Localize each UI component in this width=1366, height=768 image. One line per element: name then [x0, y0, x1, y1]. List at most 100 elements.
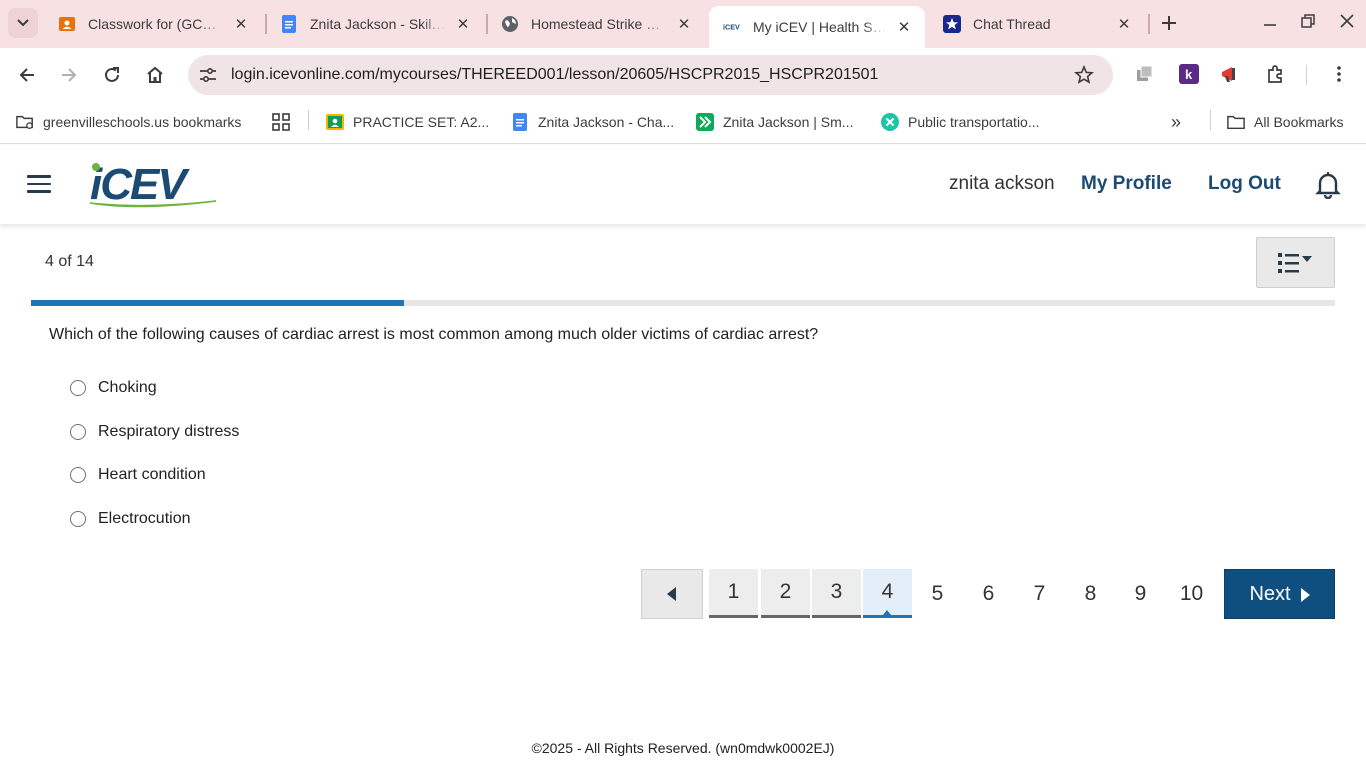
restore-window-button[interactable] — [1295, 8, 1321, 34]
answer-option[interactable]: Choking — [70, 377, 157, 399]
user-name: znita ackson — [949, 173, 1055, 194]
my-profile-link[interactable]: My Profile — [1081, 173, 1172, 195]
browser-tab-strip: Classwork for (GCS) F ✕ Znita Jackson - … — [0, 0, 1366, 48]
caret-left-icon — [667, 587, 676, 601]
forward-button[interactable] — [54, 60, 84, 90]
bookmark-label: Znita Jackson | Sm... — [723, 114, 854, 130]
browser-toolbar: login.icevonline.com/mycourses/THEREED00… — [0, 48, 1366, 102]
reload-icon — [105, 67, 119, 82]
bookmark-label: Znita Jackson - Cha... — [538, 114, 675, 130]
arrow-right-icon — [62, 68, 77, 82]
extension-copy-icon[interactable] — [1133, 62, 1157, 86]
tab-title: My iCEV | Health Scie — [753, 19, 887, 35]
url-text[interactable]: login.icevonline.com/mycourses/THEREED00… — [231, 66, 878, 84]
tab-title: Znita Jackson - Skilled — [310, 16, 446, 32]
browser-tab-classwork[interactable]: Classwork for (GCS) F ✕ — [44, 6, 262, 42]
star-badge-icon — [943, 15, 961, 33]
close-tab-icon[interactable]: ✕ — [1115, 15, 1133, 33]
question-text: Which of the following causes of cardiac… — [49, 326, 819, 343]
close-window-button[interactable] — [1334, 8, 1360, 34]
icev-icon: iCEV — [723, 18, 741, 36]
extension-megaphone-icon[interactable] — [1219, 62, 1243, 86]
minimize-icon — [1264, 24, 1276, 26]
home-button[interactable] — [140, 60, 170, 90]
classroom-icon — [326, 113, 344, 131]
radio-button[interactable] — [70, 380, 86, 396]
bookmark-practice-set[interactable]: PRACTICE SET: A2... — [326, 110, 489, 134]
bell-icon[interactable] — [1315, 171, 1341, 199]
radio-button[interactable] — [70, 467, 86, 483]
overflow-chevron-icon: » — [1171, 111, 1182, 132]
extensions-puzzle-icon[interactable] — [1264, 62, 1288, 86]
page-button-4-current[interactable]: 4 — [863, 569, 912, 618]
answer-option[interactable]: Electrocution — [70, 508, 191, 530]
bookmark-docs[interactable]: Znita Jackson - Cha... — [511, 110, 674, 134]
site-header: iCEV znita ackson My Profile Log Out — [0, 145, 1366, 224]
bookmark-managed-folder[interactable]: greenvilleschools.us bookmarks — [16, 110, 241, 134]
tab-separator — [1148, 14, 1150, 34]
bookmark-star-icon[interactable] — [1073, 64, 1095, 86]
home-icon — [147, 66, 163, 83]
classroom-icon — [58, 15, 76, 33]
bookmarks-overflow-button[interactable]: » — [1171, 110, 1181, 134]
radio-button[interactable] — [70, 511, 86, 527]
bookmark-separator — [1210, 110, 1211, 130]
caret-right-icon — [1300, 588, 1310, 602]
close-tab-icon[interactable]: ✕ — [675, 15, 693, 33]
page-button-3[interactable]: 3 — [812, 569, 861, 618]
close-tab-icon[interactable]: ✕ — [232, 15, 250, 33]
bookmark-smartpass[interactable]: Znita Jackson | Sm... — [696, 110, 853, 134]
page-button-6[interactable]: 6 — [964, 569, 1013, 618]
browser-tab-homestead[interactable]: Homestead Strike Sim ✕ — [487, 6, 705, 42]
answer-option[interactable]: Heart condition — [70, 464, 206, 486]
arrow-left-icon — [19, 68, 34, 82]
bookmark-label: greenvilleschools.us bookmarks — [43, 114, 242, 130]
close-tab-icon[interactable]: ✕ — [895, 18, 913, 36]
svg-text:iCEV: iCEV — [723, 23, 740, 32]
browser-tab-chat[interactable]: Chat Thread ✕ — [929, 6, 1145, 42]
page-button-5[interactable]: 5 — [913, 569, 962, 618]
bookmark-apps[interactable] — [272, 110, 299, 134]
reload-button[interactable] — [97, 60, 127, 90]
address-bar[interactable]: login.icevonline.com/mycourses/THEREED00… — [188, 55, 1113, 95]
docs-icon — [511, 113, 529, 131]
minimize-window-button[interactable] — [1257, 8, 1283, 34]
page-button-10[interactable]: 10 — [1167, 569, 1216, 618]
browser-tab-docs[interactable]: Znita Jackson - Skilled ✕ — [266, 6, 484, 42]
bookmarks-bar: greenvilleschools.us bookmarks PRACTICE … — [0, 102, 1366, 144]
browser-menu-icon[interactable] — [1327, 62, 1351, 86]
next-button[interactable]: Next — [1224, 569, 1335, 619]
previous-page-button[interactable] — [641, 569, 703, 619]
page-button-8[interactable]: 8 — [1066, 569, 1115, 618]
bookmark-label: Public transportatio... — [908, 114, 1040, 130]
bookmark-public-transport[interactable]: Public transportatio... — [881, 110, 1040, 134]
new-tab-button[interactable] — [1156, 10, 1182, 36]
tab-search-button[interactable] — [8, 8, 38, 38]
browser-tab-icev-active[interactable]: iCEV My iCEV | Health Scie ✕ — [709, 6, 925, 48]
back-button[interactable] — [12, 60, 42, 90]
site-info-icon[interactable] — [196, 63, 220, 87]
svg-text:k: k — [1185, 67, 1193, 82]
answer-option[interactable]: Respiratory distress — [70, 421, 239, 443]
bookmark-separator — [308, 110, 309, 130]
all-bookmarks-button[interactable]: All Bookmarks — [1227, 110, 1343, 134]
tab-title: Homestead Strike Sim — [531, 16, 667, 32]
icev-logo[interactable]: iCEV — [88, 161, 220, 211]
next-button-label: Next — [1249, 582, 1291, 605]
page-button-1[interactable]: 1 — [709, 569, 758, 618]
smartpass-icon — [696, 113, 714, 131]
log-out-link[interactable]: Log Out — [1208, 173, 1281, 195]
page-button-2[interactable]: 2 — [761, 569, 810, 618]
lesson-outline-menu-button[interactable] — [1256, 237, 1335, 288]
lesson-card — [31, 224, 1335, 694]
docs-icon — [280, 15, 298, 33]
list-dropdown-icon — [1277, 252, 1312, 273]
close-tab-icon[interactable]: ✕ — [454, 15, 472, 33]
page-button-9[interactable]: 9 — [1116, 569, 1165, 618]
hamburger-menu-icon[interactable] — [27, 175, 51, 193]
page-button-7[interactable]: 7 — [1015, 569, 1064, 618]
radio-button[interactable] — [70, 424, 86, 440]
lesson-progress-bar — [31, 300, 1335, 306]
chevron-down-icon — [17, 19, 29, 27]
extension-kami-icon[interactable]: k — [1177, 62, 1201, 86]
